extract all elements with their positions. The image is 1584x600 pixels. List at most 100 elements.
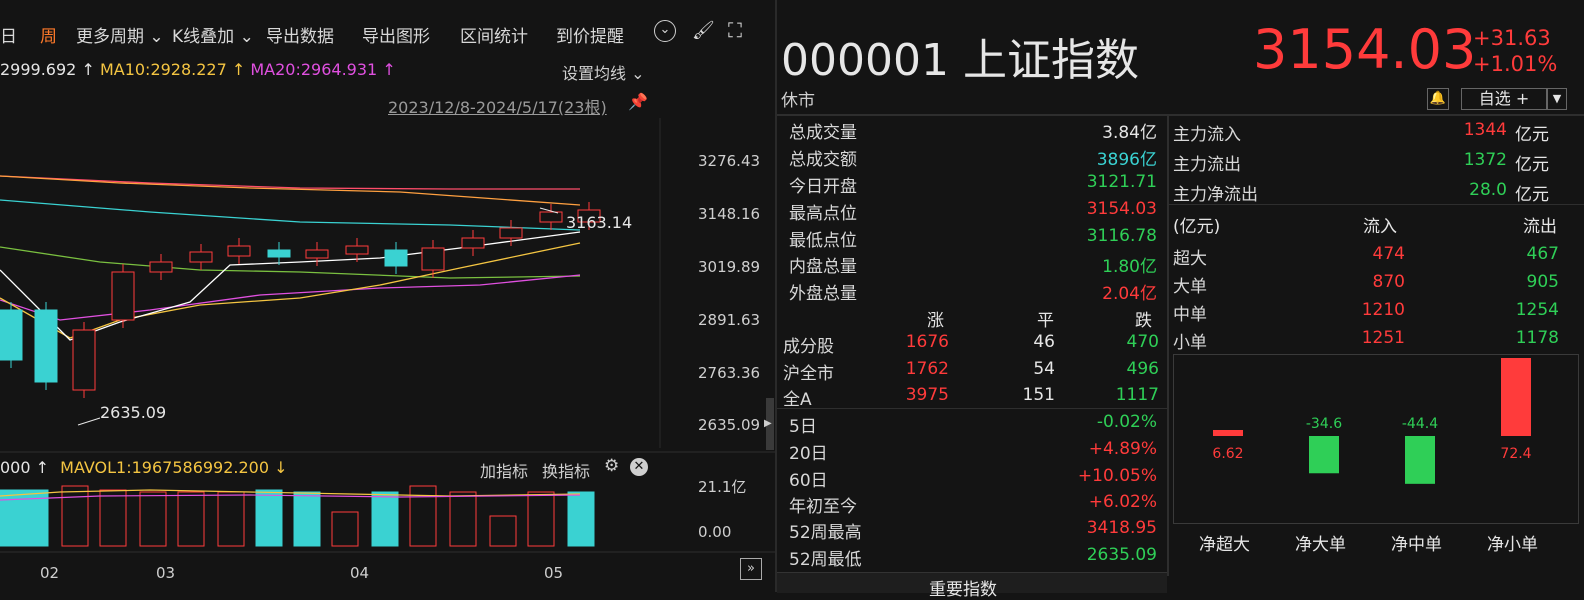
price-change: +31.63: [1473, 26, 1551, 50]
volume-tick: 21.1亿: [698, 478, 747, 496]
order-out: 1254: [1515, 300, 1559, 320]
net-flow-bar: [1213, 430, 1243, 436]
period-label: 20日: [789, 444, 828, 464]
order-header-unit: (亿元): [1173, 217, 1221, 237]
vol-value: 000: [0, 458, 31, 477]
candle-body: [189, 251, 213, 263]
breadth-down: 470: [1126, 332, 1159, 352]
breadth-flat: 54: [1033, 359, 1055, 379]
volume-bar: [371, 491, 399, 547]
high-annotation: 3163.14: [566, 213, 633, 232]
volume-bar: [139, 491, 167, 547]
stat-label: 总成交量: [789, 123, 857, 143]
volume-tick: 0.00: [698, 523, 732, 541]
net-flow-category: 净超大: [1199, 535, 1250, 555]
volume-bar: [567, 491, 595, 547]
bell-icon[interactable]: 🔔: [1427, 88, 1449, 110]
price-tick: 2635.09: [698, 416, 761, 434]
stat-value: 3154.03: [1086, 199, 1157, 219]
stat-value: 3896亿: [1096, 150, 1157, 170]
add-indicator-button[interactable]: 加指标: [480, 458, 528, 482]
breadth-label: 全A: [783, 390, 812, 410]
volume-bar: [449, 491, 477, 547]
candles: [0, 202, 601, 398]
period-label: 5日: [789, 417, 817, 437]
flow-value: 1372: [1463, 150, 1507, 170]
caret-down-icon[interactable]: ▼: [1547, 88, 1567, 110]
net-flow-value-label: -34.6: [1306, 416, 1342, 432]
breadth-down: 496: [1126, 359, 1159, 379]
period-label: 52周最高: [789, 523, 862, 543]
flow-label: 主力流出: [1173, 155, 1241, 175]
candle-body: [149, 261, 173, 273]
switch-indicator-button[interactable]: 换指标: [542, 458, 590, 482]
net-flow-value-label: -44.4: [1402, 416, 1438, 432]
order-out: 1178: [1515, 328, 1559, 348]
period-label: 年初至今: [789, 497, 857, 517]
candle-body: [499, 227, 523, 239]
net-flow-bar: [1405, 436, 1435, 484]
order-out: 467: [1526, 244, 1559, 264]
candle-body: [267, 249, 291, 258]
flow-label: 主力净流出: [1173, 185, 1258, 205]
double-chevron-right-icon[interactable]: »: [740, 558, 762, 580]
x-tick: 05: [544, 564, 564, 582]
ma60-line: [0, 175, 580, 190]
order-in: 474: [1372, 244, 1405, 264]
volume-bar: [99, 489, 127, 547]
stat-label: 最低点位: [789, 231, 857, 251]
candle-body: [345, 245, 369, 255]
breadth-label: 沪全市: [783, 364, 834, 384]
net-flow-category: 净大单: [1295, 535, 1346, 555]
candle-body: [539, 211, 563, 223]
header-divider: [777, 114, 1584, 116]
stat-label: 外盘总量: [789, 284, 857, 304]
ma20-line: [0, 274, 581, 321]
market-status: 休市: [781, 91, 815, 111]
close-icon[interactable]: ✕: [630, 458, 648, 476]
period-value: +6.02%: [1088, 492, 1157, 512]
flow-value: 28.0: [1469, 180, 1507, 200]
order-header-out: 流出: [1523, 217, 1557, 237]
last-price: 3154.03: [1253, 18, 1477, 81]
arrow-down-icon: ↓: [274, 458, 288, 477]
breadth-flat: 46: [1033, 332, 1055, 352]
order-in: 1251: [1361, 328, 1405, 348]
net-flow-chart: 6.62 -34.6 -44.4 72.4: [1173, 354, 1579, 524]
candle-body: [34, 309, 58, 383]
gear-icon[interactable]: ⚙: [604, 456, 619, 476]
breadth-header-up: 涨: [927, 311, 944, 331]
x-tick: 04: [350, 564, 370, 582]
price-tick: 3148.16: [698, 205, 761, 223]
order-label: 超大: [1173, 249, 1207, 269]
order-label: 小单: [1173, 333, 1207, 353]
security-title: 000001 上证指数: [781, 35, 1139, 86]
breadth-header-flat: 平: [1037, 311, 1054, 331]
flow-label: 主力流入: [1173, 125, 1241, 145]
arrow-up-icon: ↑: [35, 458, 50, 477]
breadth-divider: [777, 408, 1167, 409]
breadth-down: 1117: [1115, 385, 1159, 405]
breadth-up: 1676: [905, 332, 949, 352]
candle-body: [305, 249, 329, 259]
net-flow-value-label: 72.4: [1500, 446, 1531, 462]
important-index-tab[interactable]: 重要指数: [777, 572, 1167, 600]
flow-unit: 亿元: [1515, 155, 1549, 175]
period-value: +10.05%: [1077, 466, 1157, 486]
kline-chart[interactable]: [0, 0, 775, 592]
candle-body: [111, 271, 135, 321]
stat-label: 最高点位: [789, 204, 857, 224]
order-label: 中单: [1173, 305, 1207, 325]
flow-unit: 亿元: [1515, 125, 1549, 145]
price-tick: 2891.63: [698, 311, 761, 329]
stat-label: 总成交额: [789, 150, 857, 170]
flow-value: 1344: [1463, 120, 1507, 140]
order-header-in: 流入: [1363, 217, 1397, 237]
stat-value: 1.80亿: [1102, 257, 1157, 277]
volume-bar: [527, 491, 555, 547]
price-tick: 3276.43: [698, 152, 761, 170]
ma5-line: [0, 231, 581, 341]
add-watchlist-button[interactable]: 自选 +: [1461, 88, 1547, 110]
low-annotation: 2635.09: [100, 403, 167, 422]
candle-body: [421, 247, 445, 271]
